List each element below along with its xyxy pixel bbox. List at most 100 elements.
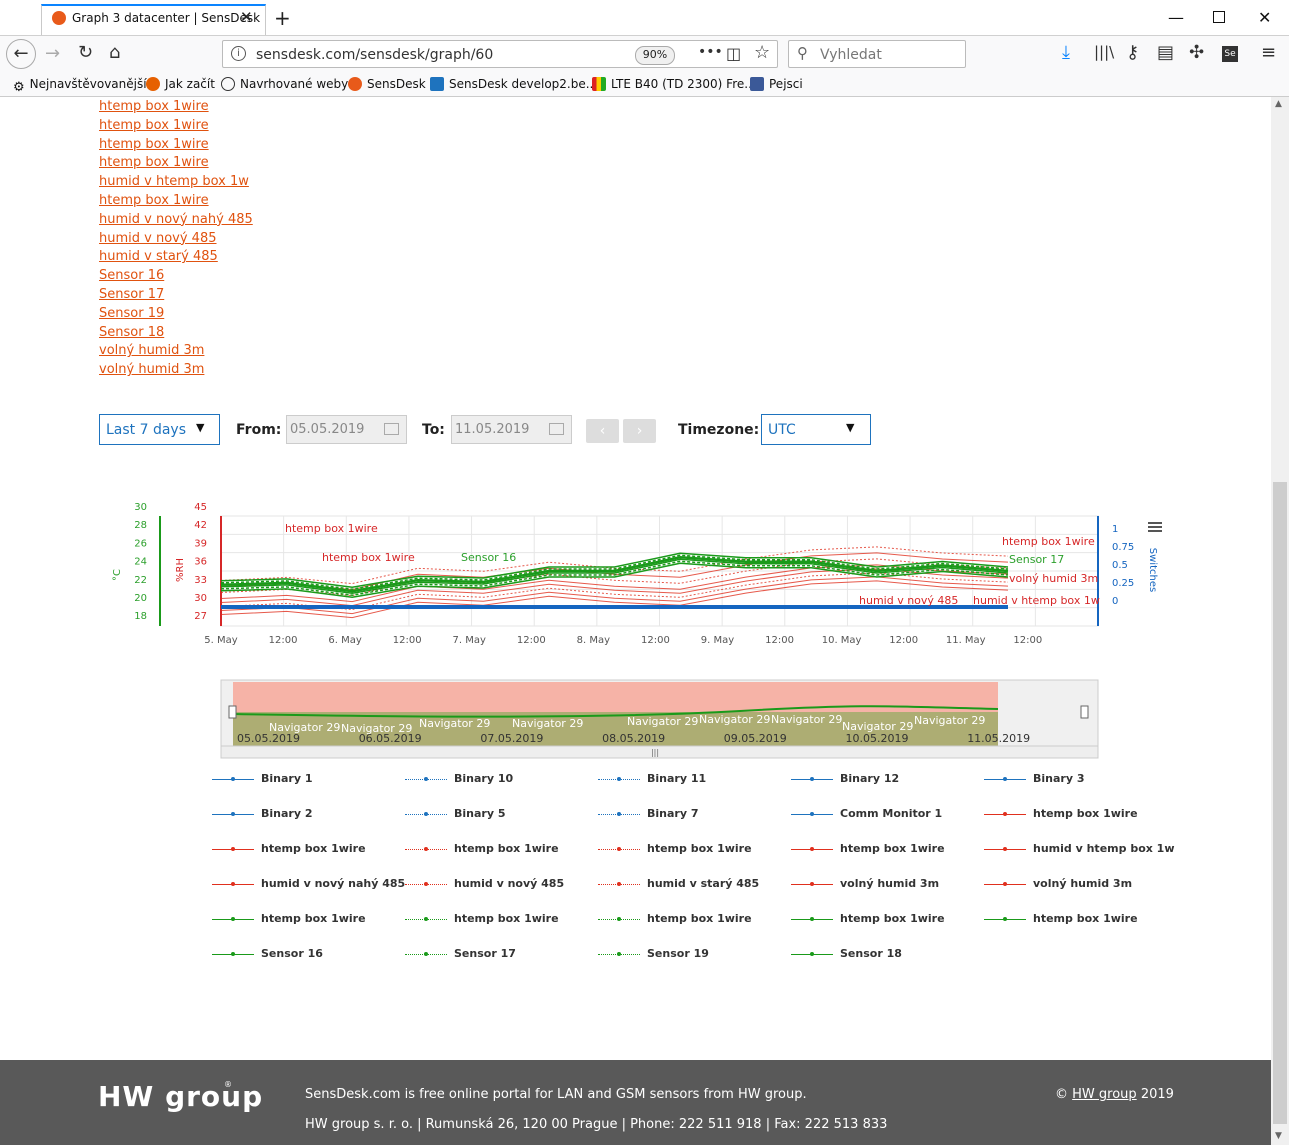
legend-item[interactable]: Binary 1 (261, 772, 313, 785)
zoom-level[interactable]: 90% (635, 46, 675, 65)
legend-item[interactable]: htemp box 1wire (1033, 912, 1138, 925)
reload-icon[interactable]: ↻ (78, 42, 93, 63)
sensor-link[interactable]: htemp box 1wire (99, 155, 209, 170)
sidebar-icon[interactable]: ▤ (1157, 42, 1174, 63)
sensor-link[interactable]: Sensor 19 (99, 306, 164, 321)
legend-item[interactable]: Binary 3 (1033, 772, 1085, 785)
key-icon[interactable]: ⚷ (1126, 42, 1139, 63)
legend-item[interactable]: Binary 11 (647, 772, 706, 785)
url-text[interactable]: sensdesk.com/sensdesk/graph/60 (256, 47, 493, 63)
legend-item[interactable]: htemp box 1wire (840, 842, 945, 855)
sensor-link[interactable]: Sensor 17 (99, 287, 164, 302)
hw-group-logo: HW group (98, 1080, 264, 1113)
menu-icon[interactable]: ≡ (1261, 42, 1276, 63)
legend-item[interactable]: Sensor 17 (454, 947, 516, 960)
extension-icon[interactable]: ✣ (1189, 42, 1204, 63)
sensor-link[interactable]: htemp box 1wire (99, 193, 209, 208)
forward-icon[interactable]: → (45, 43, 60, 64)
bookmark-getting-started[interactable]: Jak začít (146, 77, 215, 91)
scroll-up-icon[interactable]: ▲ (1275, 99, 1282, 109)
sensor-link[interactable]: htemp box 1wire (99, 118, 209, 133)
sensor-link[interactable]: Sensor 18 (99, 325, 164, 340)
page-actions-icon[interactable]: ••• (698, 44, 723, 60)
chevron-down-icon: ▼ (846, 421, 855, 434)
sensor-chart[interactable]: 30 28 26 24 22 20 18 45 42 39 36 33 30 27 1 0.75 0.5 0.25… (0, 495, 1271, 760)
bookmark-sensdesk[interactable]: SensDesk (348, 77, 426, 91)
hw-group-link[interactable]: HW group (1072, 1087, 1137, 1102)
pocket-icon[interactable]: ◫ (726, 44, 741, 63)
legend-item[interactable]: Sensor 16 (261, 947, 323, 960)
sensor-link[interactable]: humid v nový 485 (99, 231, 217, 246)
legend-item[interactable]: humid v nový nahý 485 (261, 877, 405, 890)
legend-item[interactable]: humid v starý 485 (647, 877, 759, 890)
y-tick-rh: 45 (194, 502, 207, 513)
sensor-link[interactable]: htemp box 1wire (99, 99, 209, 114)
signal-icon (592, 77, 606, 91)
sensor-link[interactable]: humid v starý 485 (99, 249, 218, 264)
x-tick-label: 12:00 (889, 635, 918, 646)
legend-item[interactable]: volný humid 3m (840, 877, 939, 890)
bookmark-pejsci[interactable]: Pejsci (750, 77, 803, 91)
legend-item[interactable]: htemp box 1wire (261, 912, 366, 925)
library-icon[interactable]: |||\ (1094, 43, 1114, 61)
legend-item[interactable]: humid v htemp box 1w (1033, 842, 1175, 855)
legend-item[interactable]: Binary 7 (647, 807, 699, 820)
legend-marker (1003, 847, 1007, 851)
registered-icon: ® (224, 1080, 232, 1089)
legend-item[interactable]: htemp box 1wire (840, 912, 945, 925)
download-icon[interactable]: ⤓ (1062, 42, 1070, 63)
legend-item[interactable]: Sensor 18 (840, 947, 902, 960)
x-tick-label: 12:00 (393, 635, 422, 646)
bookmark-suggested[interactable]: Navrhované weby (221, 77, 348, 91)
legend-item[interactable]: htemp box 1wire (647, 912, 752, 925)
sensor-link[interactable]: humid v htemp box 1w (99, 174, 249, 189)
sensor-link[interactable]: volný humid 3m (99, 362, 204, 377)
selenium-icon[interactable]: Se (1222, 46, 1238, 62)
tab-close-icon[interactable]: ✕ (240, 8, 253, 26)
bookmark-star-icon[interactable]: ☆ (754, 42, 770, 63)
series-annotation: Sensor 17 (1009, 553, 1064, 566)
legend-item[interactable]: htemp box 1wire (454, 912, 559, 925)
previous-period-button[interactable]: ‹ (586, 419, 619, 443)
legend-item[interactable]: Sensor 19 (647, 947, 709, 960)
next-period-button[interactable]: › (623, 419, 656, 443)
legend-item[interactable]: Binary 10 (454, 772, 513, 785)
bookmark-lte[interactable]: LTE B40 (TD 2300) Fre... (592, 77, 756, 91)
legend-item[interactable]: Binary 2 (261, 807, 313, 820)
navigator-date-label: 07.05.2019 (480, 732, 543, 745)
legend-item[interactable]: htemp box 1wire (261, 842, 366, 855)
sensor-link[interactable]: volný humid 3m (99, 343, 204, 358)
legend-marker (617, 952, 621, 956)
legend-marker (617, 917, 621, 921)
new-tab-icon[interactable]: + (274, 6, 291, 30)
series-annotation: humid v nový 485 (859, 594, 958, 607)
scrollbar-thumb[interactable] (1273, 482, 1287, 1124)
legend-item[interactable]: htemp box 1wire (647, 842, 752, 855)
calendar-icon[interactable] (384, 423, 399, 435)
close-window-icon[interactable]: ✕ (1258, 8, 1271, 27)
back-icon[interactable]: ← (6, 39, 36, 69)
sensor-link[interactable]: Sensor 16 (99, 268, 164, 283)
legend-item[interactable]: Binary 12 (840, 772, 899, 785)
search-input[interactable]: Vyhledat (820, 47, 882, 63)
y-tick-rh: 33 (194, 575, 207, 586)
legend-item[interactable]: humid v nový 485 (454, 877, 564, 890)
info-icon[interactable]: i (231, 46, 246, 61)
sensor-link[interactable]: humid v nový nahý 485 (99, 212, 253, 227)
legend-item[interactable]: htemp box 1wire (454, 842, 559, 855)
scrollbar-grip-icon: ||| (651, 748, 659, 757)
sensor-link[interactable]: htemp box 1wire (99, 137, 209, 152)
legend-item[interactable]: Comm Monitor 1 (840, 807, 942, 820)
legend-marker (810, 847, 814, 851)
bookmark-most-visited[interactable]: ⚙ Nejnavštěvovanější (13, 77, 147, 95)
legend-item[interactable]: volný humid 3m (1033, 877, 1132, 890)
legend-item[interactable]: Binary 5 (454, 807, 506, 820)
minimize-icon[interactable]: — (1168, 8, 1184, 27)
y-axis-title-switches: Switches (1147, 548, 1158, 592)
scroll-down-icon[interactable]: ▼ (1275, 1131, 1282, 1141)
legend-item[interactable]: htemp box 1wire (1033, 807, 1138, 820)
home-icon[interactable]: ⌂ (109, 42, 120, 63)
maximize-icon[interactable] (1213, 11, 1225, 23)
calendar-icon[interactable] (549, 423, 564, 435)
bookmark-sensdesk-develop[interactable]: SensDesk develop2.be... (430, 77, 597, 91)
